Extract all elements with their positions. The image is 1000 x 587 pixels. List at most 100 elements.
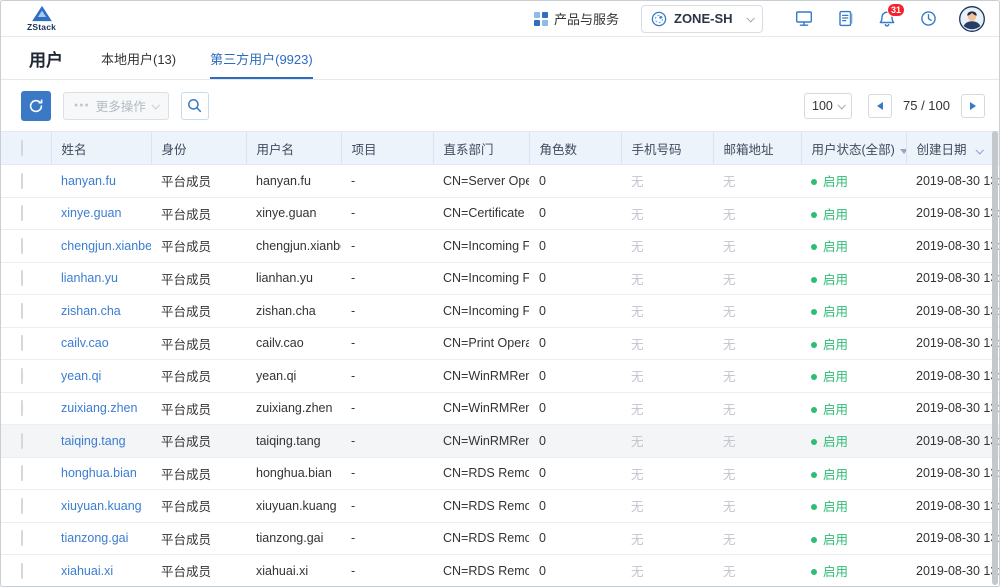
user-name-link[interactable]: yean.qi (61, 369, 101, 383)
cell-name: yean.qi (51, 360, 151, 393)
row-checkbox[interactable] (21, 238, 23, 254)
row-checkbox[interactable] (21, 270, 23, 286)
cell-status: 启用 (801, 425, 906, 458)
user-name-link[interactable]: cailv.cao (61, 336, 109, 350)
col-header-created-sort[interactable]: 创建日期 (906, 132, 1000, 165)
user-name-link[interactable]: honghua.bian (61, 466, 137, 480)
table-row[interactable]: chengjun.xianbei平台成员chengjun.xianbei-CN=… (1, 230, 1000, 263)
cell-name: zuixiang.zhen (51, 392, 151, 425)
zstack-logo[interactable]: ZStack (27, 5, 56, 32)
cell-created: 2019-08-30 13:3... (906, 165, 1000, 198)
user-name-link[interactable]: xiuyuan.kuang (61, 499, 142, 513)
cell-email: 无 (713, 230, 801, 263)
row-checkbox[interactable] (21, 173, 23, 189)
user-name-link[interactable]: zuixiang.zhen (61, 401, 137, 415)
col-header-department: 直系部门 (433, 132, 529, 165)
cell-department: CN=Incoming Fo... (433, 230, 529, 263)
cell-phone: 无 (621, 360, 713, 393)
cell-department: CN=RDS Remot... (433, 522, 529, 555)
document-icon[interactable] (837, 10, 854, 27)
row-checkbox-cell (1, 197, 51, 230)
products-services-menu[interactable]: 产品与服务 (534, 9, 619, 28)
more-actions-button[interactable]: ●●● 更多操作 (63, 92, 169, 120)
cell-identity: 平台成员 (151, 295, 246, 328)
cell-project: - (341, 262, 433, 295)
cell-identity: 平台成员 (151, 165, 246, 198)
row-checkbox[interactable] (21, 530, 23, 546)
cell-roles: 0 (529, 327, 621, 360)
col-header-phone: 手机号码 (621, 132, 713, 165)
cell-phone: 无 (621, 262, 713, 295)
topnav-icons: 31 (783, 10, 949, 28)
cell-department: CN=WinRMRem... (433, 425, 529, 458)
cell-roles: 0 (529, 197, 621, 230)
user-name-link[interactable]: zishan.cha (61, 304, 121, 318)
table-row[interactable]: yean.qi平台成员yean.qi-CN=WinRMRem...0无无启用20… (1, 360, 1000, 393)
more-dots-icon: ●●● (74, 102, 90, 109)
row-checkbox[interactable] (21, 400, 23, 416)
row-checkbox[interactable] (21, 563, 23, 579)
table-row[interactable]: cailv.cao平台成员cailv.cao-CN=Print Operat..… (1, 327, 1000, 360)
search-button[interactable] (181, 92, 209, 120)
table-row[interactable]: zishan.cha平台成员zishan.cha-CN=Incoming Fo.… (1, 295, 1000, 328)
table-row[interactable]: honghua.bian平台成员honghua.bian-CN=RDS Remo… (1, 457, 1000, 490)
row-checkbox[interactable] (21, 368, 23, 384)
cell-project: - (341, 360, 433, 393)
refresh-button[interactable] (21, 91, 51, 121)
user-name-link[interactable]: taiqing.tang (61, 434, 126, 448)
table-row[interactable]: taiqing.tang平台成员taiqing.tang-CN=WinRMRem… (1, 425, 1000, 458)
table-row[interactable]: xinye.guan平台成员xinye.guan-CN=Certificate … (1, 197, 1000, 230)
page-title: 用户 (29, 46, 63, 71)
row-checkbox[interactable] (21, 433, 23, 449)
row-checkbox[interactable] (21, 465, 23, 481)
cell-status: 启用 (801, 295, 906, 328)
user-name-link[interactable]: xinye.guan (61, 206, 121, 220)
cell-department: CN=Incoming Fo... (433, 295, 529, 328)
zone-selector[interactable]: ZONE-SH (641, 5, 763, 33)
user-name-link[interactable]: hanyan.fu (61, 174, 116, 188)
row-checkbox[interactable] (21, 303, 23, 319)
brand-text: ZStack (27, 23, 56, 32)
cell-phone: 无 (621, 327, 713, 360)
row-checkbox[interactable] (21, 205, 23, 221)
bell-icon[interactable]: 31 (878, 10, 896, 28)
cell-roles: 0 (529, 360, 621, 393)
row-checkbox-cell (1, 425, 51, 458)
notification-badge: 31 (887, 3, 905, 17)
cell-roles: 0 (529, 555, 621, 587)
user-name-link[interactable]: tianzong.gai (61, 531, 128, 545)
cell-status: 启用 (801, 230, 906, 263)
tab-local-users[interactable]: 本地用户(13) (101, 37, 176, 79)
status-dot (811, 504, 817, 510)
status-dot (811, 472, 817, 478)
monitor-icon[interactable] (795, 10, 813, 27)
table-row[interactable]: tianzong.gai平台成员tianzong.gai-CN=RDS Remo… (1, 522, 1000, 555)
row-checkbox-cell (1, 230, 51, 263)
status-dot (811, 407, 817, 413)
row-checkbox[interactable] (21, 498, 23, 514)
cell-project: - (341, 555, 433, 587)
col-header-roles: 角色数 (529, 132, 621, 165)
cell-roles: 0 (529, 425, 621, 458)
page-size-select[interactable]: 100 (804, 93, 852, 119)
select-all-checkbox[interactable] (21, 140, 23, 156)
refresh-icon (28, 98, 44, 114)
user-name-link[interactable]: chengjun.xianbei (61, 239, 151, 253)
cell-username: cailv.cao (246, 327, 341, 360)
table-row[interactable]: lianhan.yu平台成员lianhan.yu-CN=Incoming Fo.… (1, 262, 1000, 295)
table-row[interactable]: xiahuai.xi平台成员xiahuai.xi-CN=RDS Remot...… (1, 555, 1000, 587)
user-name-link[interactable]: xiahuai.xi (61, 564, 113, 578)
table-row[interactable]: zuixiang.zhen平台成员zuixiang.zhen-CN=WinRMR… (1, 392, 1000, 425)
history-icon[interactable] (920, 10, 937, 27)
tab-third-party-users[interactable]: 第三方用户(9923) (210, 37, 313, 79)
cell-phone: 无 (621, 165, 713, 198)
table-row[interactable]: hanyan.fu平台成员hanyan.fu-CN=Server Oper...… (1, 165, 1000, 198)
prev-page-button[interactable] (868, 94, 892, 118)
avatar[interactable] (959, 6, 985, 32)
user-name-link[interactable]: lianhan.yu (61, 271, 118, 285)
vertical-scrollbar[interactable] (992, 131, 998, 585)
row-checkbox[interactable] (21, 335, 23, 351)
next-page-button[interactable] (961, 94, 985, 118)
col-header-status-filter[interactable]: 用户状态(全部) (801, 132, 906, 165)
table-row[interactable]: xiuyuan.kuang平台成员xiuyuan.kuang-CN=RDS Re… (1, 490, 1000, 523)
